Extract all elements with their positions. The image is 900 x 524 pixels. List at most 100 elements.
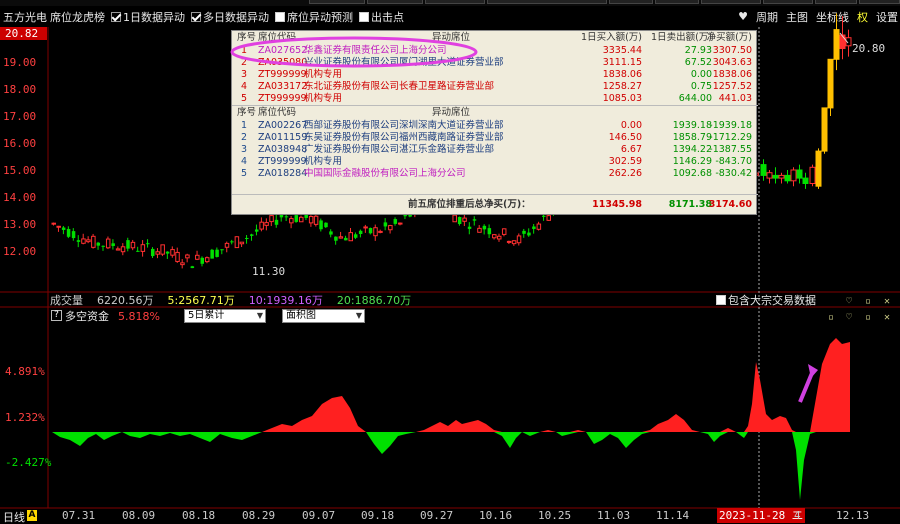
- seat-row[interactable]: 1 ZA027652 华鑫证券有限责任公司上海分公司 3335.44 27.93 3307…: [232, 45, 758, 57]
- candle: [319, 220, 323, 230]
- candle: [827, 58, 834, 109]
- date-axis: 日线 A 07.31 08.09 08.18 08.29 09.07 09.18 09.27…: [0, 508, 900, 524]
- candle: [146, 243, 150, 245]
- price-axis-label: 19.00: [3, 56, 36, 69]
- high-price-label: 20.80: [852, 42, 886, 55]
- candle: [195, 254, 200, 260]
- candle: [467, 226, 472, 229]
- candle: [338, 236, 344, 239]
- candle: [105, 238, 111, 249]
- candle: [115, 248, 121, 251]
- candle: [378, 230, 383, 233]
- seat-net: 1257.52: [712, 81, 752, 93]
- total-row: 前五席位排重后总净买(万)： 11345.98 8171.38 3174.60: [232, 199, 758, 211]
- seat-idx: 3: [240, 68, 248, 80]
- candle: [772, 174, 779, 179]
- candle: [210, 249, 214, 259]
- indicator-header: ? 多空资金 5.818% 5日累计 ▼ 面积图 ▼: [0, 308, 900, 324]
- seat-code: ZA002267: [258, 119, 308, 131]
- seat-row[interactable]: 2 ZA011159 东吴证券股份有限公司福州西藏南路证券营业部 146.50 1858…: [232, 132, 758, 144]
- seat-idx: 2: [240, 131, 248, 143]
- candle: [245, 237, 249, 239]
- low-price-label: 11.30: [252, 265, 286, 278]
- seat-row[interactable]: 5 ZA018284 中国国际金融股份有限公司上海分公司 262.26 1092.68-…: [232, 168, 758, 180]
- date-tick: 09.27: [420, 509, 454, 522]
- candle: [274, 219, 279, 225]
- candle: [215, 249, 219, 257]
- date-tick: 12.13: [836, 509, 870, 522]
- kline-adjust-button[interactable]: A: [27, 510, 37, 521]
- candle: [234, 236, 240, 249]
- seat-row[interactable]: 4 ZA033172 东北证券股份有限公司长春卫星路证券营业部 1258.27 0.75…: [232, 81, 758, 93]
- candle: [190, 266, 195, 269]
- kline-label: 日线: [3, 511, 25, 524]
- candle: [71, 231, 76, 239]
- candle: [329, 231, 333, 235]
- candle: [239, 241, 245, 245]
- seat-net: 441.03: [718, 93, 752, 105]
- checkbox-icon[interactable]: [716, 295, 726, 305]
- seat-row[interactable]: 4 ZT999999 机构专用 302.59 1146.29 -843.70: [232, 156, 758, 168]
- seat-net: -843.70: [715, 156, 752, 168]
- seat-row[interactable]: 3 ZT999999 机构专用 1838.06 0.00 1838.06: [232, 69, 758, 81]
- help-icon[interactable]: ?: [51, 310, 62, 321]
- candle: [284, 216, 289, 218]
- date-tick: 09.07: [302, 509, 336, 522]
- type-select[interactable]: 面积图 ▼: [282, 309, 365, 323]
- candle: [61, 227, 66, 230]
- candle: [821, 107, 828, 152]
- candle: [358, 230, 363, 235]
- date-tick: 07.31: [62, 509, 96, 522]
- candle: [66, 228, 71, 237]
- candle: [140, 244, 146, 252]
- seat-idx: 5: [240, 168, 248, 180]
- candle: [492, 234, 497, 239]
- candle: [815, 150, 822, 187]
- seat-net: 1838.06: [712, 68, 752, 80]
- chevron-down-icon: ▼: [256, 311, 263, 320]
- total-label: 前五席位排重后总净买(万)：: [408, 199, 531, 210]
- candle: [487, 228, 492, 235]
- seat-name: 兴业证券股份有限公司厦门湖里大道证券营业部: [304, 56, 504, 68]
- candle: [308, 215, 314, 224]
- seat-net: 3043.63: [712, 56, 752, 68]
- candle: [363, 226, 368, 229]
- seat-name: 机构专用: [304, 156, 343, 168]
- candle: [254, 229, 259, 232]
- candle: [383, 222, 388, 227]
- candle: [294, 215, 299, 222]
- candle: [809, 166, 816, 185]
- candle: [259, 221, 264, 230]
- candle: [269, 215, 274, 223]
- seat-idx: 1: [240, 119, 248, 131]
- seat-row[interactable]: 5 ZT999999 机构专用 1085.03 644.00 441.03: [232, 93, 758, 105]
- seat-idx: 4: [240, 81, 248, 93]
- seat-name: 广发证券股份有限公司湛江乐金路证券营业部: [304, 143, 495, 155]
- candle: [477, 227, 482, 233]
- block-trade-toggle[interactable]: 包含大宗交易数据: [716, 292, 816, 308]
- candle: [86, 239, 91, 243]
- seat-row[interactable]: 3 ZA038948 广发证券股份有限公司湛江乐金路证券营业部 6.67 1394.22…: [232, 144, 758, 156]
- candle: [373, 227, 378, 237]
- seat-code: ZA011159: [258, 131, 308, 143]
- candle: [180, 262, 185, 266]
- candle: [324, 222, 328, 228]
- popup-header-sell: 序号 席位代码 异动席位: [232, 107, 758, 119]
- seat-popup: 序号 席位代码 异动席位 1日买入额(万) 1日卖出额(万) 净买额(万) 1Z…: [231, 30, 758, 215]
- seat-code: ZA027652: [258, 44, 308, 56]
- type-select-value: 面积图: [286, 310, 316, 321]
- volume-ma5: 5:2567.71万: [167, 294, 235, 307]
- date-tick: 11.14: [656, 509, 690, 522]
- date-tick: 10.25: [538, 509, 572, 522]
- candle: [522, 230, 526, 234]
- inflow-area: [52, 338, 850, 432]
- candle: [839, 34, 846, 49]
- ind-axis-label: 1.232%: [5, 411, 45, 424]
- header-name: 异动席位: [432, 107, 471, 118]
- candle: [200, 257, 204, 264]
- candle: [760, 164, 767, 176]
- period-select[interactable]: 5日累计 ▼: [184, 309, 266, 323]
- seat-row[interactable]: 2 ZA035080 兴业证券股份有限公司厦门湖里大道证券营业部 3111.15 67.…: [232, 57, 758, 69]
- volume-label: 成交量: [50, 294, 83, 307]
- seat-row[interactable]: 1 ZA002267 西部证券股份有限公司深圳深南大道证券营业部 0.00 1939.1…: [232, 120, 758, 132]
